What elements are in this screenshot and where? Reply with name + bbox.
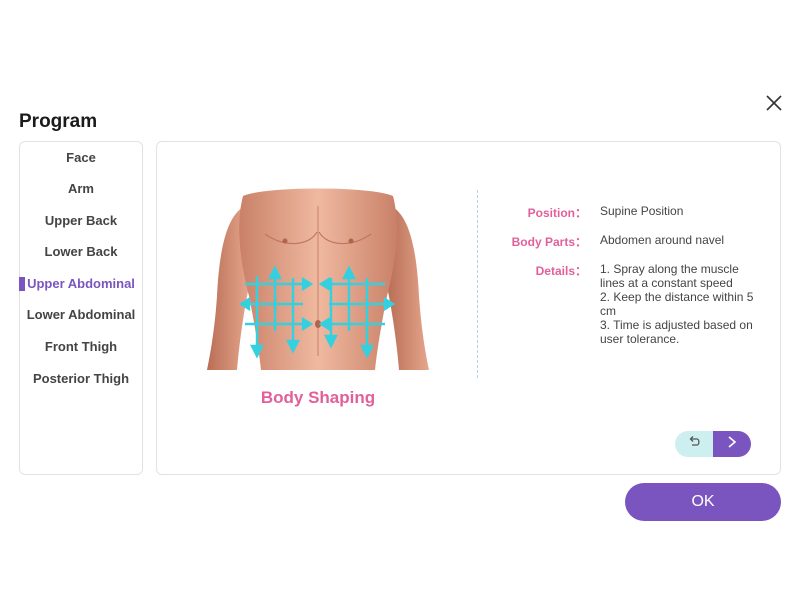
content-panel: Body Shaping Position： Supine Position B… [156, 141, 781, 475]
sidebar-item-label: Face [66, 150, 96, 165]
details-item: 1. Spray along the muscle lines at a con… [600, 262, 739, 290]
torso-illustration [205, 186, 431, 370]
details-label: Details： [535, 264, 587, 278]
next-button[interactable] [713, 431, 751, 457]
undo-icon [687, 435, 701, 454]
sidebar-item-lower-abdominal[interactable]: Lower Abdominal [20, 304, 142, 326]
sidebar-item-front-thigh[interactable]: Front Thigh [20, 336, 142, 358]
sidebar-item-lower-back[interactable]: Lower Back [20, 241, 142, 263]
back-button[interactable] [675, 431, 713, 457]
sidebar-item-label: Lower Abdominal [26, 307, 136, 322]
sidebar-item-upper-back[interactable]: Upper Back [20, 210, 142, 232]
sidebar-item-face[interactable]: Face [20, 147, 142, 169]
program-caption: Body Shaping [260, 388, 376, 407]
chevron-right-icon [726, 435, 738, 454]
sidebar-item-arm[interactable]: Arm [20, 178, 142, 200]
sidebar-item-label: Upper Back [44, 213, 118, 228]
sidebar-item-label: Arm [67, 181, 94, 196]
body-parts-label: Body Parts： [511, 235, 587, 249]
active-indicator [19, 277, 25, 291]
sidebar-item-label: Lower Back [44, 244, 118, 259]
sidebar-item-label: Posterior Thigh [32, 371, 130, 386]
position-label: Position： [527, 206, 587, 220]
sidebar-item-upper-abdominal[interactable]: Upper Abdominal [19, 273, 142, 295]
sidebar-item-label: Front Thigh [44, 339, 118, 354]
body-parts-value: Abdomen around navel [600, 233, 725, 247]
details-item: 3. Time is adjusted based on user tolera… [600, 318, 753, 346]
sidebar: Face Arm Upper Back Lower Back Upper Abd… [19, 141, 143, 475]
details-list: 1. Spray along the muscle lines at a con… [600, 262, 762, 346]
page-title: Program [19, 111, 98, 132]
ok-button[interactable]: OK [625, 483, 781, 521]
sidebar-item-label: Upper Abdominal [27, 276, 135, 291]
close-icon[interactable] [763, 92, 785, 114]
sidebar-item-posterior-thigh[interactable]: Posterior Thigh [20, 368, 142, 390]
nav-button-group [675, 431, 751, 457]
divider [477, 190, 478, 378]
position-value: Supine Position [600, 204, 684, 218]
details-item: 2. Keep the distance within 5 cm [600, 290, 754, 318]
